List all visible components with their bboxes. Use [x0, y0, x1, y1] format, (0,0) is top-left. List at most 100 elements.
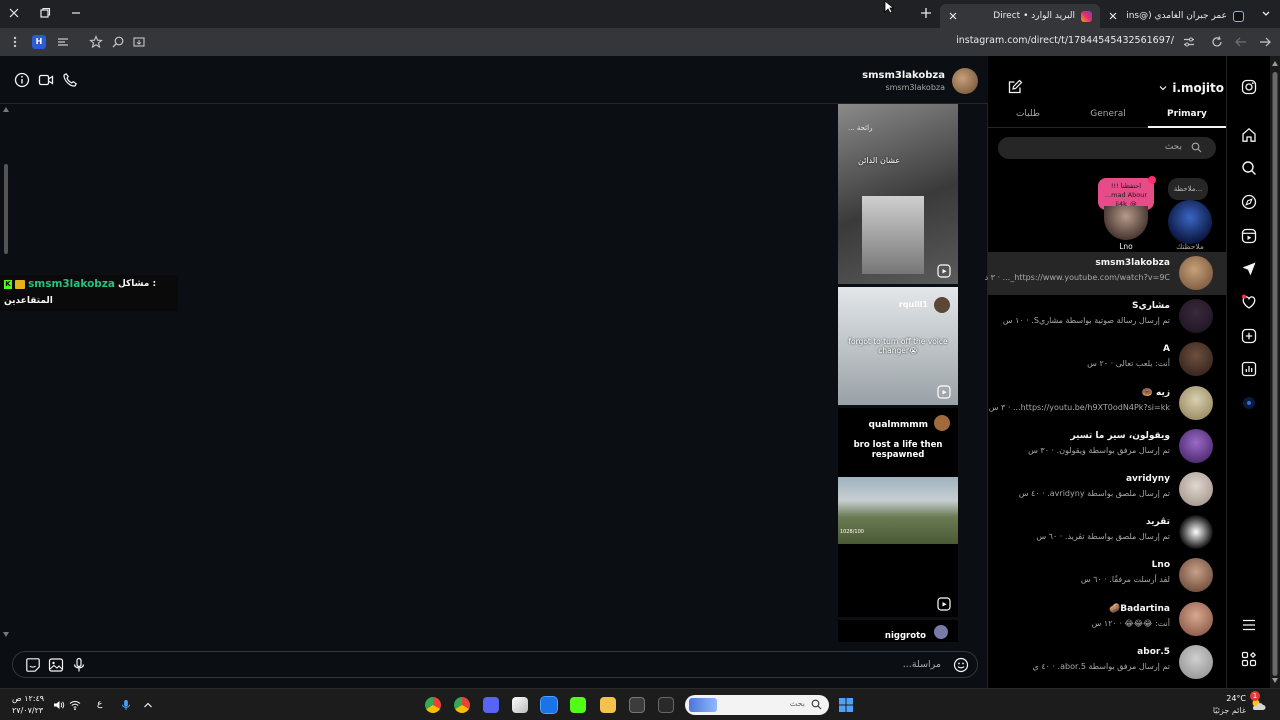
shared-reel[interactable]: rquill1 forgot to turn off the voice cha… — [838, 287, 958, 405]
app-icon[interactable] — [658, 697, 674, 713]
threads-app-icon[interactable] — [1241, 651, 1257, 667]
phone-icon[interactable] — [62, 72, 78, 88]
restore-icon[interactable] — [39, 7, 51, 19]
thread-row[interactable]: Lno لقد أرسلت مرفقًا. · ٦٠ س — [988, 554, 1226, 597]
language-indicator[interactable]: ع — [97, 699, 102, 709]
reload-icon[interactable] — [1210, 35, 1224, 49]
thread-row[interactable]: Badartina🥔 أنت: 😂😂😂 · ١٢٠ س — [988, 598, 1226, 641]
streaming-app-icon[interactable] — [512, 697, 528, 713]
minimize-icon[interactable] — [70, 7, 82, 19]
notifications-icon[interactable] — [1241, 294, 1257, 310]
home-icon[interactable] — [1241, 127, 1257, 143]
wifi-icon[interactable] — [69, 699, 81, 711]
site-settings-icon[interactable] — [1182, 35, 1196, 49]
kick-app-icon[interactable] — [570, 697, 586, 713]
tiktok-tab-icon — [1233, 10, 1244, 22]
shared-reel[interactable]: qualmmmm bro lost a life then respawned … — [838, 408, 958, 617]
browser-titlebar: البريد الوارد • Direct عمر جبران الغامدي… — [0, 0, 1280, 28]
page-scrollbar[interactable] — [1270, 56, 1280, 688]
back-icon[interactable] — [1258, 35, 1272, 49]
account-switcher[interactable]: i.mojito — [1159, 81, 1224, 95]
more-menu-icon[interactable] — [1241, 617, 1257, 633]
emoji-icon[interactable] — [953, 657, 969, 673]
close-tab-icon[interactable] — [1108, 11, 1118, 21]
chrome-icon[interactable] — [425, 697, 441, 713]
note-item[interactable]: !!! احتفظنا ...mad Abour ji4k_@ Lno — [1098, 176, 1158, 254]
volume-icon[interactable] — [53, 699, 65, 711]
thread-row[interactable]: A أنت: يلعب تعالى · ٢٠ س — [988, 338, 1226, 381]
search-input[interactable]: بحث — [1165, 142, 1182, 152]
chat-scrollbar[interactable] — [2, 104, 10, 640]
shared-reel[interactable]: niggroto — [838, 620, 958, 642]
close-tab-icon[interactable] — [948, 11, 958, 21]
bookmark-star-icon[interactable] — [89, 35, 103, 49]
avatar — [1179, 299, 1213, 334]
microphone-icon[interactable] — [120, 699, 132, 711]
close-window-icon[interactable] — [8, 7, 20, 19]
new-tab-icon[interactable] — [920, 7, 932, 19]
new-message-icon[interactable] — [1007, 79, 1023, 95]
store-icon[interactable] — [629, 697, 645, 713]
menu-dots-icon[interactable] — [8, 35, 22, 49]
thread-preview: لقد أرسلت مرفقًا. · ٦٠ س — [1080, 575, 1170, 585]
forward-icon[interactable] — [1234, 35, 1248, 49]
image-upload-icon[interactable] — [48, 657, 64, 673]
clock-time[interactable]: ١٢:٤٩ ص — [12, 694, 44, 703]
explore-icon[interactable] — [1241, 194, 1257, 210]
profile-avatar-icon[interactable] — [1241, 395, 1257, 411]
taskbar-search-input[interactable]: بحث — [790, 699, 805, 708]
shared-reel[interactable]: رائحة ... عشان الدائن — [838, 104, 958, 284]
instagram-icon[interactable] — [1241, 79, 1257, 95]
discord-icon[interactable] — [483, 697, 499, 713]
nav-rail — [1226, 56, 1270, 688]
sticker-icon[interactable] — [25, 657, 41, 673]
thread-row[interactable]: 5.abor تم إرسال مرفق بواسطة 5.abor. · ٤٠ … — [988, 641, 1226, 684]
message-input[interactable]: مراسلة... — [903, 659, 941, 670]
tab-general[interactable]: General — [1077, 109, 1139, 119]
tab-search-icon[interactable] — [1260, 7, 1272, 19]
active-app-icon[interactable] — [540, 696, 558, 714]
messages-icon[interactable] — [1241, 261, 1257, 277]
thread-row[interactable]: تڤريد تم إرسال ملصق بواسطة تڤريد. · ٦٠ س — [988, 511, 1226, 554]
reel-thumbnail-image — [862, 196, 924, 274]
tab-direct[interactable]: البريد الوارد • Direct — [940, 4, 1100, 28]
inbox-search[interactable]: بحث — [998, 137, 1216, 159]
taskbar-search[interactable]: بحث — [685, 695, 829, 715]
tab-tiktok[interactable]: عمر جبران الغامدي (@explains... — [1100, 4, 1252, 28]
thread-name: ويقولون، سير ما تسير — [1070, 430, 1170, 441]
file-explorer-icon[interactable] — [600, 697, 616, 713]
weather-temp[interactable]: 24°C — [1226, 694, 1246, 703]
thread-row[interactable]: مشاريS تم إرسال رسالة صوتية بواسطة مشاريS… — [988, 295, 1226, 338]
create-icon[interactable] — [1241, 328, 1257, 344]
search-icon — [1191, 142, 1202, 153]
note-item[interactable]: ملاحظة... ملاحظتك — [1164, 178, 1216, 254]
video-call-icon[interactable] — [38, 72, 54, 88]
reels-icon[interactable] — [1241, 228, 1257, 244]
kick-icon: K — [4, 279, 12, 289]
windows-start-icon[interactable] — [838, 697, 854, 713]
thread-row[interactable]: avridyny تم إرسال ملصق بواسطة avridyny. ·… — [988, 468, 1226, 511]
address-bar[interactable]: instagram.com/direct/t/17844545432561697… — [956, 35, 1174, 46]
tab-requests[interactable]: طلبات — [997, 109, 1059, 119]
voice-clip-icon[interactable] — [71, 657, 87, 673]
message-composer[interactable]: مراسلة... — [12, 651, 978, 678]
info-icon[interactable] — [14, 72, 30, 88]
profile-icon[interactable]: H — [32, 35, 46, 49]
clock-date[interactable]: ٢٧/٠٧/٢٣ — [12, 706, 43, 715]
dashboard-icon[interactable] — [1241, 361, 1257, 377]
tray-chevron-icon[interactable] — [142, 699, 154, 711]
tab-primary[interactable]: Primary — [1148, 109, 1226, 119]
thread-row[interactable]: smsm3lakobza https://www.youtube.com/watc… — [985, 252, 1226, 295]
chat-header-avatar[interactable] — [952, 68, 978, 94]
thread-row[interactable]: زيه 🍩 https://youtu.be/h9XT0odN4Pk?si=kk.… — [988, 382, 1226, 425]
extensions-icon[interactable] — [56, 35, 70, 49]
search-nav-icon[interactable] — [1241, 160, 1257, 176]
weather-text[interactable]: غائم جزئيًا — [1213, 706, 1246, 715]
zoom-icon[interactable] — [111, 35, 125, 49]
chrome-icon[interactable] — [454, 697, 470, 713]
thread-row[interactable]: ويقولون، سير ما تسير تم إرسال مرفق بواسطة… — [988, 425, 1226, 468]
instagram-tab-icon — [1081, 10, 1092, 22]
chat-header-name[interactable]: smsm3lakobza — [862, 70, 945, 81]
install-app-icon[interactable] — [132, 35, 146, 49]
reel-avatar — [934, 625, 948, 639]
